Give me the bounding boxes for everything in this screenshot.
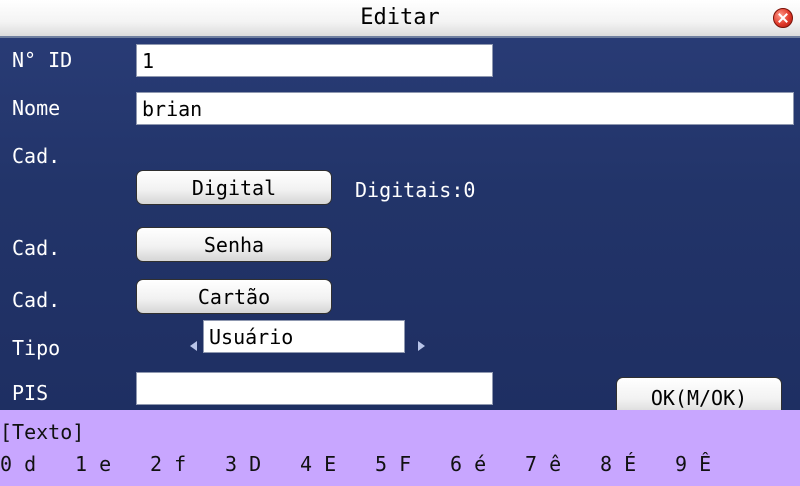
pis-field[interactable] (136, 372, 493, 405)
dialog-title: Editar (360, 5, 440, 30)
input-key[interactable]: 3 D (225, 452, 300, 476)
input-key[interactable]: 0 d (0, 452, 75, 476)
user-type-select[interactable]: Usuário (203, 320, 405, 353)
password-button[interactable]: Senha (136, 227, 332, 262)
enroll-password-label: Cad. (12, 236, 61, 260)
card-button[interactable]: Cartão (136, 279, 332, 314)
input-method-bar: [Texto] 0 d 1 e 2 f 3 D 4 E 5 F 6 é 7 ê … (0, 410, 800, 486)
input-key[interactable]: 8 É (600, 452, 675, 476)
input-key[interactable]: 5 F (375, 452, 450, 476)
close-icon[interactable] (773, 8, 793, 28)
enroll-fingerprint-label: Cad. (12, 144, 61, 168)
fingerprint-count: Digitais:0 (355, 178, 476, 202)
enroll-card-label: Cad. (12, 288, 61, 312)
id-label: N° ID (12, 48, 73, 72)
name-label: Nome (12, 96, 61, 120)
input-key[interactable]: 7 ê (525, 452, 600, 476)
input-key[interactable]: 6 é (450, 452, 525, 476)
pis-label: PIS (12, 381, 49, 405)
type-label: Tipo (12, 336, 61, 360)
id-field[interactable]: 1 (136, 44, 493, 77)
input-key[interactable]: 2 f (150, 452, 225, 476)
input-mode-label: [Texto] (0, 420, 85, 444)
input-key[interactable]: 1 e (75, 452, 150, 476)
previous-option-icon[interactable] (190, 341, 197, 351)
input-key[interactable]: 9 Ê (675, 452, 750, 476)
title-bar: Editar (0, 0, 800, 38)
next-option-icon[interactable] (418, 341, 425, 351)
fingerprint-button[interactable]: Digital (136, 170, 332, 205)
input-key[interactable]: 4 E (300, 452, 375, 476)
name-field[interactable]: brian (136, 92, 794, 125)
input-key-list: 0 d 1 e 2 f 3 D 4 E 5 F 6 é 7 ê 8 É 9 Ê (0, 452, 750, 476)
edit-user-screen: Editar N° ID 1 Nome brian Cad. Digital D… (0, 0, 800, 486)
